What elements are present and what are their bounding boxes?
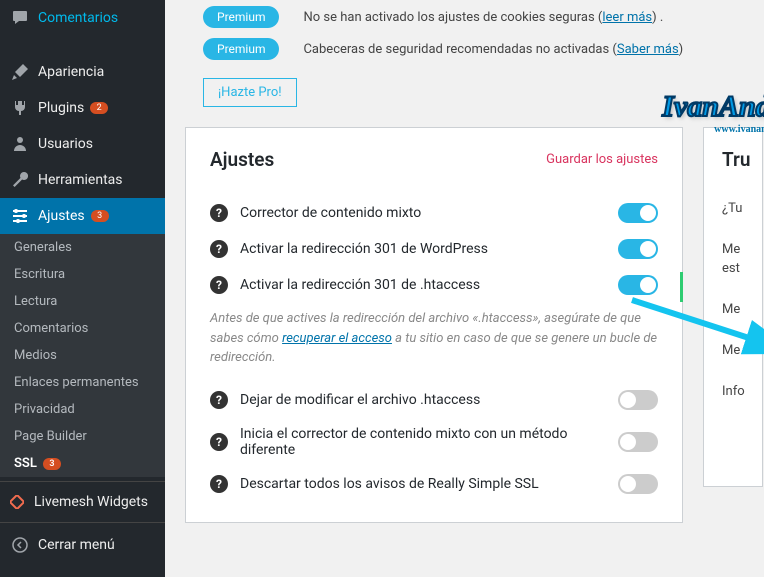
- toggle-alt-mixed-content[interactable]: [618, 432, 658, 452]
- tips-line: est: [722, 261, 744, 276]
- sliders-icon: [10, 206, 30, 226]
- tips-line: Info: [722, 384, 744, 399]
- submenu-privacy[interactable]: Privacidad: [0, 396, 165, 423]
- plug-icon: [10, 98, 30, 118]
- menu-settings[interactable]: Ajustes 3: [0, 198, 165, 234]
- read-more-link[interactable]: leer más: [602, 10, 652, 25]
- tips-line: Me: [722, 242, 744, 257]
- recover-access-link[interactable]: recuperar el acceso: [282, 331, 392, 346]
- setting-label: Corrector de contenido mixto: [240, 205, 618, 221]
- setting-wp-redirect: ? Activar la redirección 301 de WordPres…: [210, 231, 658, 267]
- panel-title: Ajustes: [210, 148, 274, 171]
- submenu-pagebuilder[interactable]: Page Builder: [0, 423, 165, 450]
- htaccess-hint: Antes de que actives la redirección del …: [210, 303, 658, 382]
- toggle-htaccess-redirect[interactable]: [618, 275, 658, 295]
- menu-label: Comentarios: [38, 10, 118, 26]
- submenu-permalinks[interactable]: Enlaces permanentes: [0, 369, 165, 396]
- update-badge: 2: [90, 102, 108, 114]
- save-settings-link[interactable]: Guardar los ajustes: [546, 152, 658, 167]
- menu-label: Ajustes: [38, 208, 85, 224]
- tips-line: Me: [722, 302, 744, 317]
- menu-label: Herramientas: [38, 172, 123, 188]
- setting-label: Activar la redirección 301 de WordPress: [240, 241, 618, 257]
- user-icon: [10, 134, 30, 154]
- menu-plugins[interactable]: Plugins 2: [0, 90, 165, 126]
- premium-text: Cabeceras de seguridad recomendadas no a…: [303, 42, 683, 57]
- setting-label: Dejar de modificar el archivo .htaccess: [240, 392, 618, 408]
- toggle-mixed-content[interactable]: [618, 203, 658, 223]
- learn-more-link[interactable]: Saber más: [617, 42, 679, 57]
- toggle-wp-redirect[interactable]: [618, 239, 658, 259]
- menu-comments[interactable]: Comentarios: [0, 0, 165, 36]
- menu-collapse[interactable]: Cerrar menú: [0, 527, 165, 563]
- settings-panel: Ajustes Guardar los ajustes ? Corrector …: [185, 127, 683, 523]
- help-icon[interactable]: ?: [210, 276, 228, 294]
- tips-line: ¿Tu: [722, 201, 744, 216]
- update-badge: 3: [91, 210, 109, 222]
- help-icon[interactable]: ?: [210, 240, 228, 258]
- submenu-discussion[interactable]: Comentarios: [0, 315, 165, 342]
- menu-label: Plugins: [38, 100, 84, 116]
- admin-sidebar: Comentarios Apariencia Plugins 2 Usuario…: [0, 0, 165, 577]
- collapse-icon: [10, 535, 30, 555]
- wrench-icon: [10, 170, 30, 190]
- menu-label: Livemesh Widgets: [34, 494, 148, 510]
- setting-htaccess-redirect: ? Activar la redirección 301 de .htacces…: [210, 267, 658, 303]
- menu-livemesh[interactable]: Livemesh Widgets: [0, 486, 165, 518]
- premium-pill: Premium: [203, 6, 279, 28]
- setting-label: Activar la redirección 301 de .htaccess: [240, 277, 618, 293]
- help-icon[interactable]: ?: [210, 475, 228, 493]
- setting-alt-mixed-content: ? Inicia el corrector de contenido mixto…: [210, 418, 658, 466]
- setting-dismiss-notices: ? Descartar todos los avisos de Really S…: [210, 466, 658, 502]
- setting-label: Descartar todos los avisos de Really Sim…: [240, 476, 618, 492]
- help-icon[interactable]: ?: [210, 391, 228, 409]
- go-pro-button[interactable]: ¡Hazte Pro!: [203, 78, 297, 107]
- setting-stop-edit-htaccess: ? Dejar de modificar el archivo .htacces…: [210, 382, 658, 418]
- livemesh-icon: [10, 495, 24, 509]
- brush-icon: [10, 62, 30, 82]
- toggle-stop-edit-htaccess[interactable]: [618, 390, 658, 410]
- menu-label: Cerrar menú: [38, 537, 115, 553]
- submenu-ssl[interactable]: SSL 3: [0, 450, 165, 477]
- tips-line: Me: [722, 343, 744, 358]
- submenu-media[interactable]: Medios: [0, 342, 165, 369]
- submenu-general[interactable]: Generales: [0, 234, 165, 261]
- tips-title: Tru: [722, 148, 744, 171]
- submenu-label: SSL: [14, 456, 37, 471]
- menu-appearance[interactable]: Apariencia: [0, 54, 165, 90]
- tips-panel: Tru ¿Tu Me est Me Me Info: [703, 127, 763, 487]
- help-icon[interactable]: ?: [210, 433, 228, 451]
- toggle-dismiss-notices[interactable]: [618, 474, 658, 494]
- submenu-reading[interactable]: Lectura: [0, 288, 165, 315]
- premium-notices: Premium No se han activado los ajustes d…: [165, 0, 764, 127]
- premium-row: Premium No se han activado los ajustes d…: [203, 6, 744, 28]
- setting-mixed-content: ? Corrector de contenido mixto: [210, 195, 658, 231]
- highlight-bar: [680, 272, 683, 302]
- menu-users[interactable]: Usuarios: [0, 126, 165, 162]
- settings-submenu: Generales Escritura Lectura Comentarios …: [0, 234, 165, 477]
- premium-row: Premium Cabeceras de seguridad recomenda…: [203, 38, 744, 60]
- premium-text: No se han activado los ajustes de cookie…: [303, 10, 663, 25]
- help-icon[interactable]: ?: [210, 204, 228, 222]
- update-badge: 3: [43, 458, 61, 470]
- comment-icon: [10, 8, 30, 28]
- menu-label: Usuarios: [38, 136, 93, 152]
- setting-label: Inicia el corrector de contenido mixto c…: [240, 426, 618, 458]
- menu-label: Apariencia: [38, 64, 104, 80]
- menu-tools[interactable]: Herramientas: [0, 162, 165, 198]
- submenu-writing[interactable]: Escritura: [0, 261, 165, 288]
- main-content: Premium No se han activado los ajustes d…: [165, 0, 764, 577]
- premium-pill: Premium: [203, 38, 279, 60]
